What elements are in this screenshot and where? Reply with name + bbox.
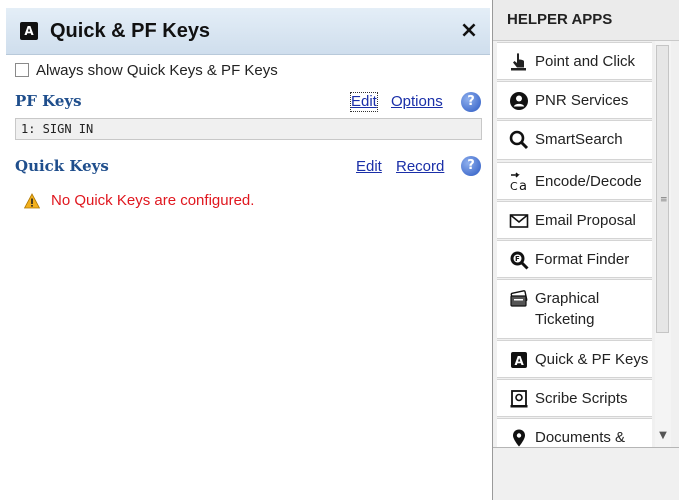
pf-keys-options-link[interactable]: Options [391,93,443,111]
scrollbar-thumb[interactable]: ≡ [656,45,669,333]
quick-keys-a-icon: A [511,352,527,368]
helper-item-encode-decode[interactable]: C a Encode/Decode [497,162,652,200]
helper-item-label: Documents & [535,429,626,446]
helper-item-label: PNR Services [535,92,629,109]
helper-item-label: Quick & PF Keys [535,351,649,368]
pf-keys-title: PF Keys [15,92,82,110]
helper-item-pnr-services[interactable]: PNR Services [497,81,652,119]
encode-decode-icon: C a [510,172,527,192]
pf-key-item[interactable]: 1: SIGN IN [15,118,482,140]
helper-item-label: SmartSearch [535,131,623,148]
touch-pointer-icon [511,53,526,71]
ticket-icon [510,290,528,307]
quick-keys-edit-link[interactable]: Edit [356,158,382,176]
helper-item-label: Email Proposal [535,212,636,229]
quick-pf-keys-panel: A Quick & PF Keys × Always show Quick Ke… [0,0,492,500]
helper-item-label: Scribe Scripts [535,390,628,407]
helper-item-label: Graphical Ticketing [535,290,600,328]
helper-item-label: Point and Click [535,53,636,70]
svg-text:A: A [515,354,525,368]
helper-item-quick-pf-keys[interactable]: A Quick & PF Keys [497,340,652,378]
helper-apps-header: HELPER APPS [493,0,679,41]
helper-item-email-proposal[interactable]: Email Proposal [497,201,652,239]
warning-text: No Quick Keys are configured. [51,192,255,209]
magnifier-icon [509,130,529,150]
pf-key-label: 1: SIGN IN [21,122,94,136]
helper-item-label: Format Finder [535,251,630,268]
panel-header: A Quick & PF Keys × [6,8,490,55]
helper-apps-list: Point and Click PNR Services SmartSearch… [493,41,679,448]
svg-text:F: F [515,255,520,263]
always-show-label[interactable]: Always show Quick Keys & PF Keys [36,62,278,80]
location-pin-icon [513,429,525,447]
format-finder-icon: F [510,251,529,270]
helper-item-smartsearch[interactable]: SmartSearch [497,120,652,160]
svg-text:a: a [519,179,527,192]
quick-keys-a-icon: A [20,22,38,40]
close-button[interactable]: × [458,18,480,44]
helper-apps-panel: HELPER APPS Point and Click PNR Services… [492,0,679,500]
helper-apps-title: HELPER APPS [507,11,613,28]
helper-item-documents[interactable]: Documents & [497,418,652,447]
quick-keys-help-icon[interactable]: ? [461,156,481,176]
helper-item-graphical-ticketing[interactable]: Graphical Ticketing [497,279,652,339]
helper-item-point-and-click[interactable]: Point and Click [497,42,652,80]
pf-keys-edit-link[interactable]: Edit [350,92,378,112]
pf-keys-help-icon[interactable]: ? [461,92,481,112]
scroll-icon [510,390,528,408]
svg-text:C: C [510,180,518,192]
panel-title: Quick & PF Keys [50,20,211,42]
envelope-icon [509,214,529,228]
warning-icon [24,193,40,209]
helper-item-scribe-scripts[interactable]: Scribe Scripts [497,379,652,417]
scrollbar-grip-icon: ≡ [660,195,668,205]
helper-apps-scrollbar[interactable]: ≡ ▼ [655,41,671,447]
quick-keys-record-link[interactable]: Record [396,158,444,176]
quick-keys-title: Quick Keys [15,157,109,175]
helper-item-format-finder[interactable]: F Format Finder [497,240,652,278]
scroll-down-arrow-icon[interactable]: ▼ [655,427,671,445]
always-show-checkbox[interactable] [15,63,29,77]
helper-item-label: Encode/Decode [535,173,642,190]
person-circle-icon [510,92,528,110]
